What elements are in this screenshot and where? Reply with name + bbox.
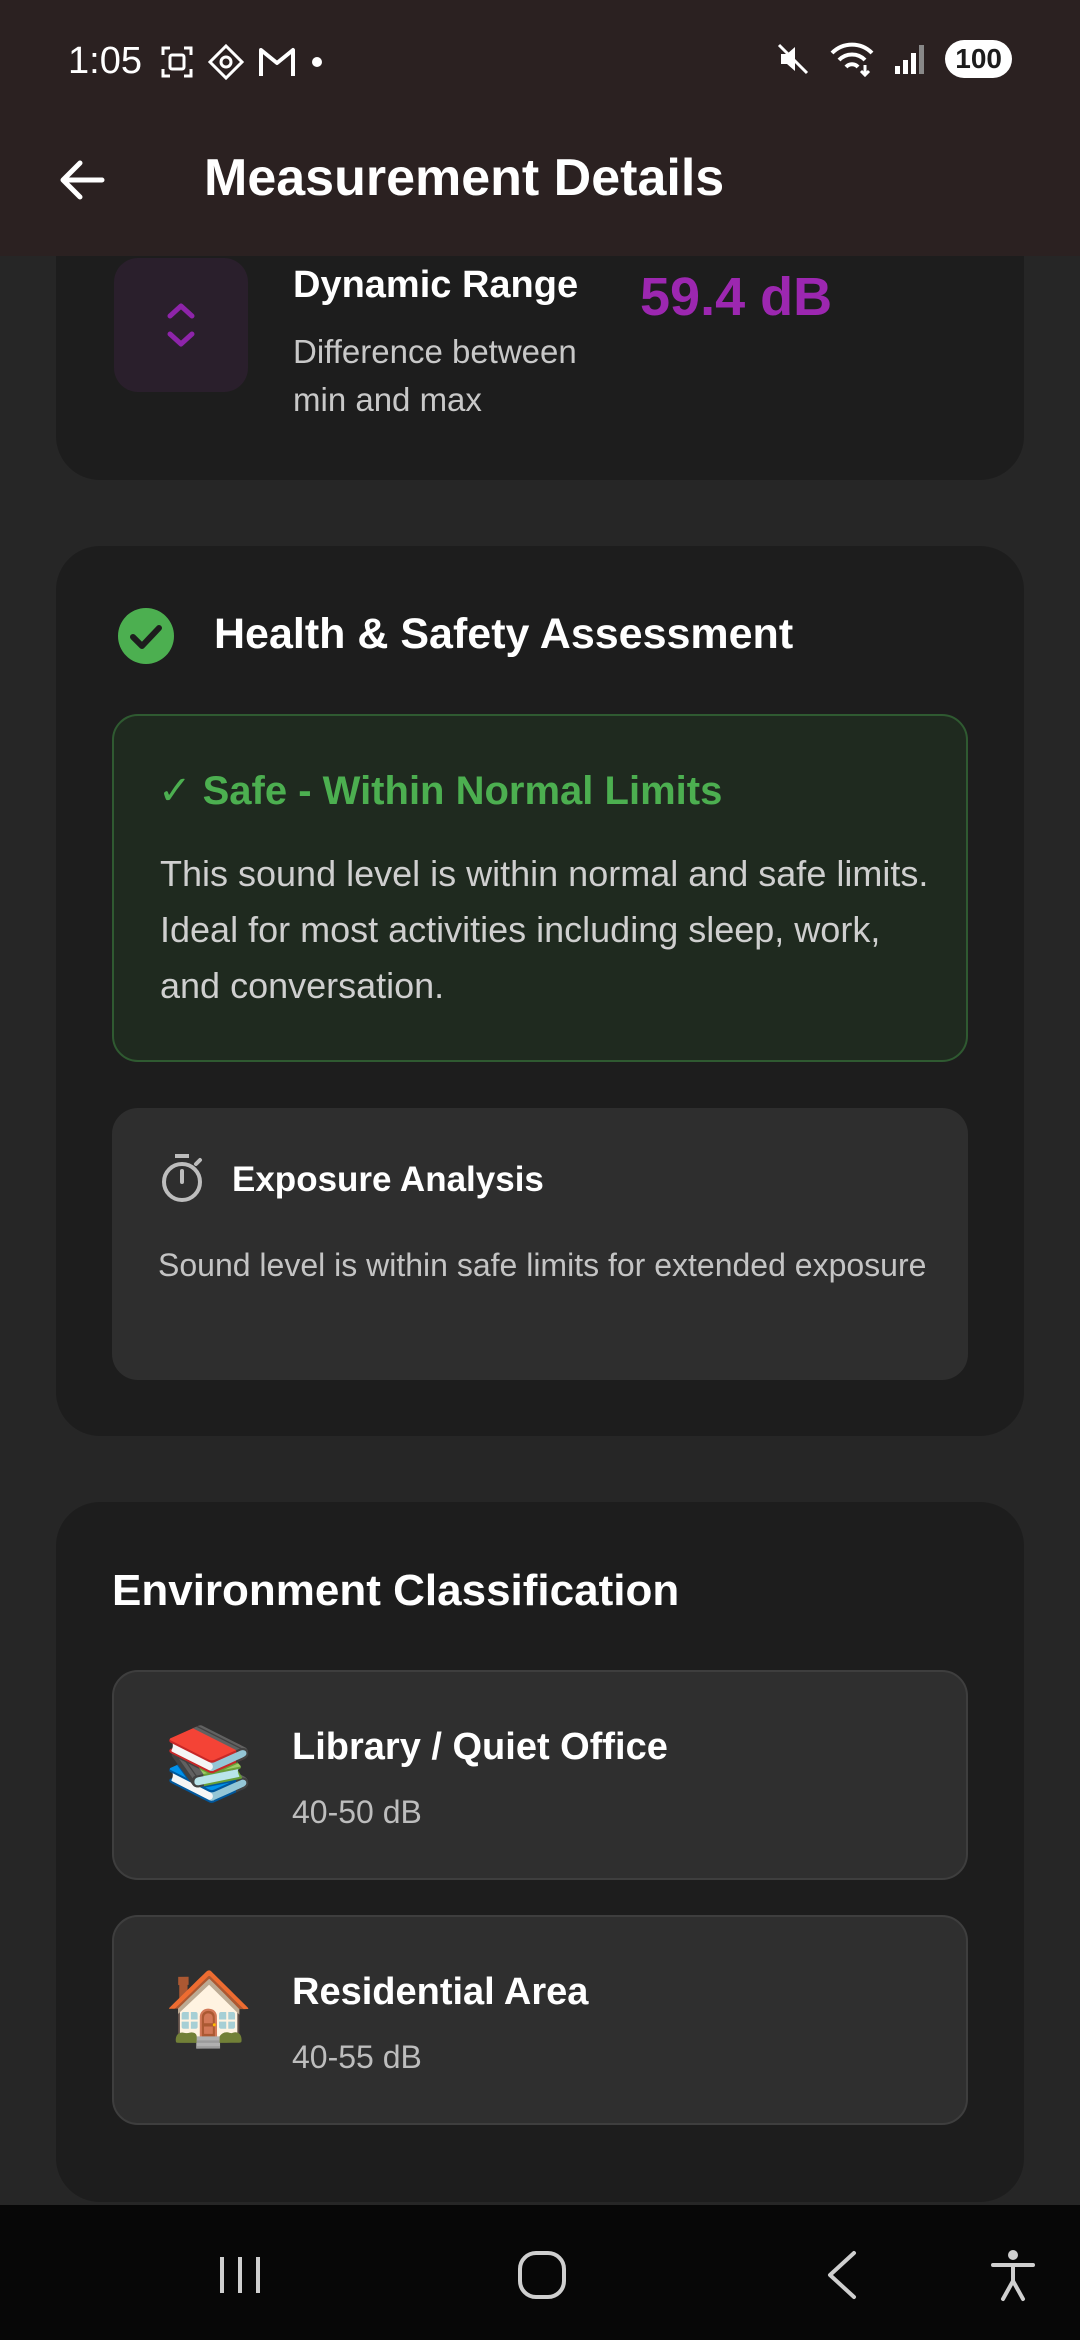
environment-item-name: Residential Area — [292, 1971, 589, 2013]
status-bar: 1:05 100 — [0, 0, 1080, 128]
dynamic-range-description: Difference between min and max — [293, 333, 577, 418]
environment-item-range: 40-55 dB — [292, 2039, 422, 2075]
recents-icon[interactable] — [210, 2245, 270, 2305]
wifi-icon — [830, 42, 874, 77]
books-icon: 📚 — [164, 1724, 254, 1804]
unfold-icon — [167, 303, 195, 347]
back-icon[interactable] — [814, 2245, 874, 2305]
signal-icon — [895, 45, 925, 74]
accessibility-icon[interactable] — [983, 2245, 1043, 2305]
system-nav-bar — [0, 2205, 1080, 2340]
check-circle-icon — [118, 608, 174, 664]
battery-badge: 100 — [945, 40, 1012, 78]
dynamic-range-icon-box — [114, 258, 248, 392]
environment-item-library: 📚 Library / Quiet Office 40-50 dB — [112, 1670, 968, 1880]
dot-icon — [312, 57, 322, 67]
environment-item-range: 40-50 dB — [292, 1794, 422, 1830]
status-left-icons — [160, 44, 324, 80]
screenshot-icon — [161, 46, 193, 78]
gmail-icon — [259, 48, 295, 76]
dynamic-range-title: Dynamic Range — [293, 264, 579, 306]
exposure-analysis-title: Exposure Analysis — [232, 1160, 544, 1199]
house-icon: 🏠 — [164, 1969, 254, 2049]
page-title: Measurement Details — [204, 149, 725, 207]
environment-item-name: Library / Quiet Office — [292, 1726, 668, 1768]
home-icon[interactable] — [512, 2245, 572, 2305]
screen: 1:05 100 Measurement Details Dynamic Ran… — [0, 0, 1080, 2340]
nav-diamond-icon — [208, 44, 244, 80]
safety-status-text: This sound level is within normal and sa… — [160, 853, 929, 1006]
status-right-icons: 100 — [775, 40, 1012, 78]
exposure-analysis-text: Sound level is within safe limits for ex… — [158, 1247, 927, 1283]
mute-icon — [778, 43, 809, 75]
dynamic-range-value: 59.4 dB — [640, 267, 833, 327]
status-time: 1:05 — [68, 40, 142, 82]
safety-status-title: ✓ Safe - Within Normal Limits — [158, 769, 723, 813]
environment-title: Environment Classification — [112, 1566, 680, 1615]
arrow-left-icon[interactable] — [52, 150, 112, 210]
environment-item-residential: 🏠 Residential Area 40-55 dB — [112, 1915, 968, 2125]
timer-icon — [162, 1154, 202, 1202]
health-safety-title: Health & Safety Assessment — [214, 610, 794, 658]
